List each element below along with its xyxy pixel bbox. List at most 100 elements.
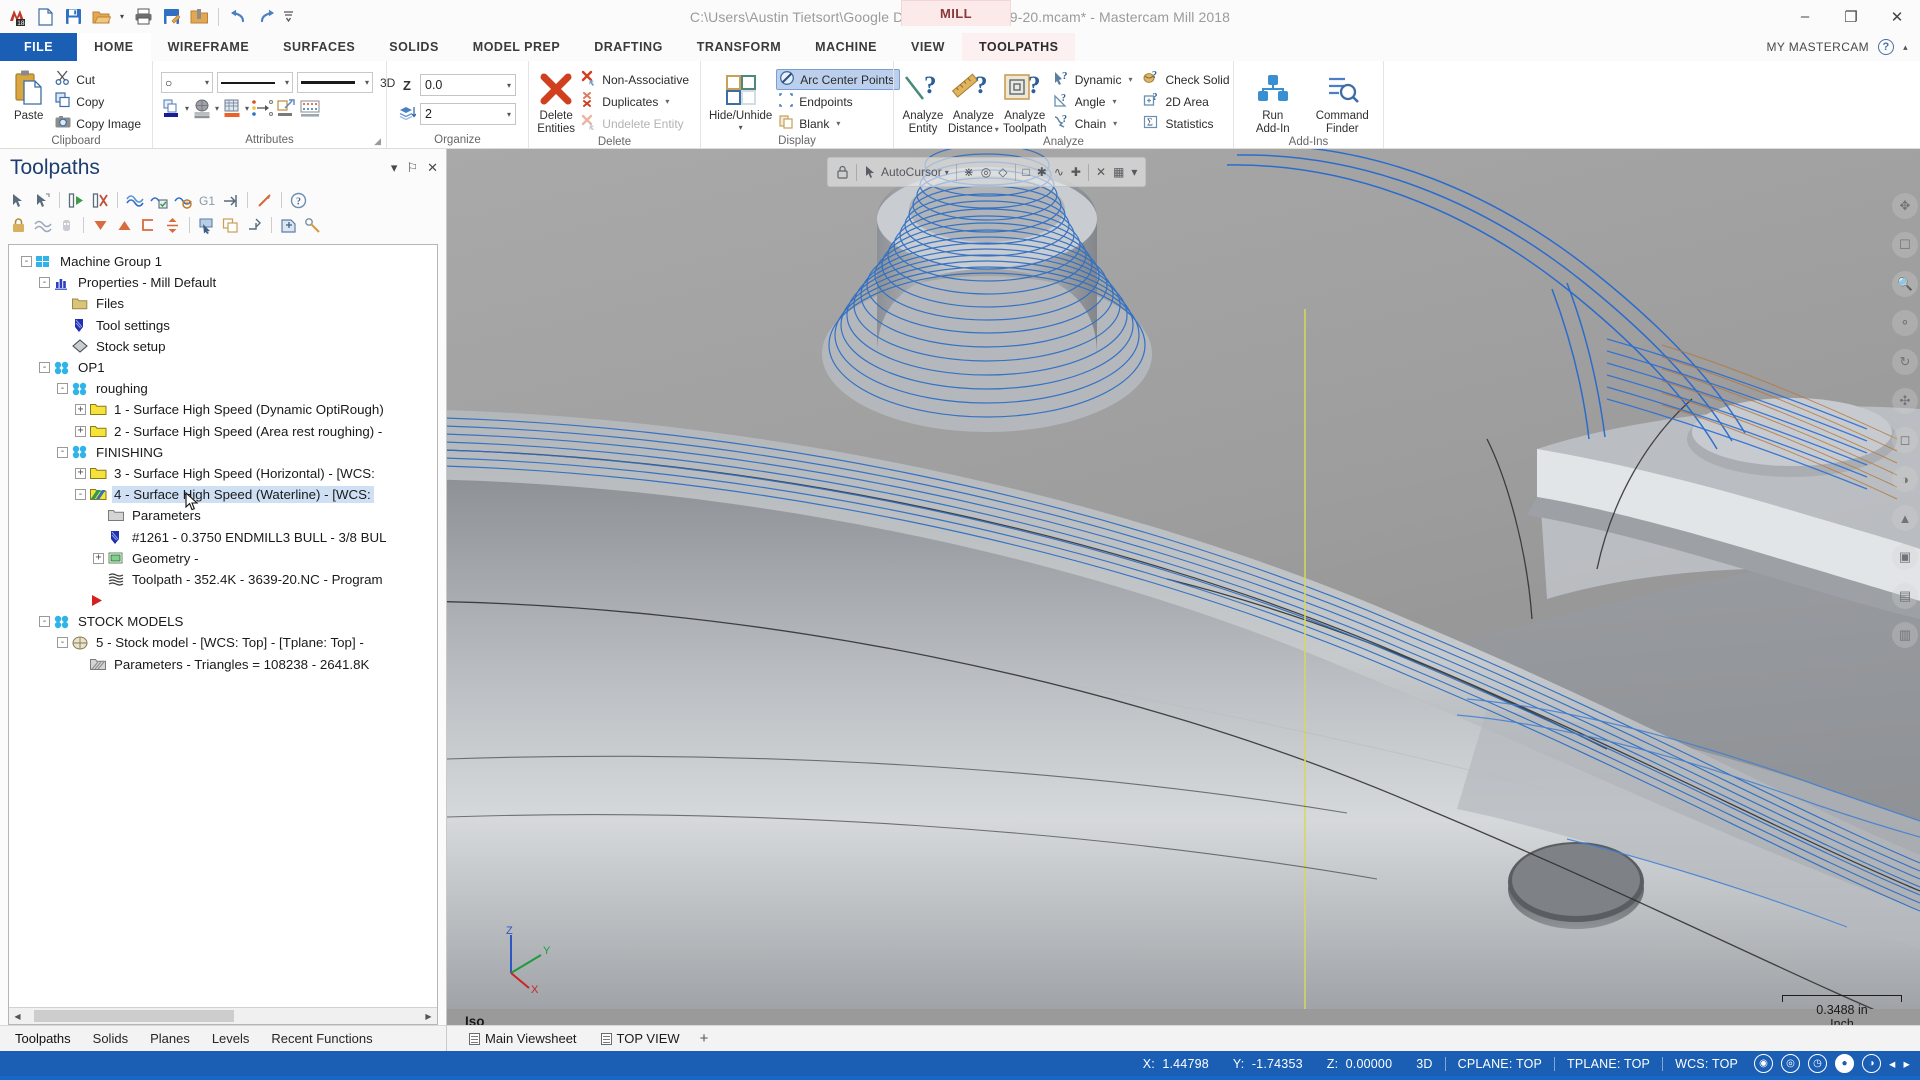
post-icon[interactable]	[220, 190, 241, 211]
my-mastercam-link[interactable]: MY MASTERCAM	[1766, 40, 1869, 54]
snap-midpoint-icon[interactable]: ⋇	[964, 165, 974, 179]
save-as-icon[interactable]	[158, 4, 184, 30]
blank-button[interactable]: Blank ▾	[776, 113, 900, 134]
status-wcs[interactable]: WCS: TOP	[1663, 1057, 1750, 1071]
wireframe-icon[interactable]: ◻	[1892, 427, 1918, 453]
unzoom-icon[interactable]: ⚬	[1892, 310, 1918, 336]
analyze-toolpath-button[interactable]: ? Analyze Toolpath	[1003, 67, 1047, 135]
highfeed-icon[interactable]	[254, 190, 275, 211]
status-mode-toggle[interactable]: 3D	[1404, 1057, 1444, 1071]
customize-qat-icon[interactable]	[281, 4, 295, 30]
snap-nearest-icon[interactable]: ∿	[1054, 165, 1064, 179]
toggle-posting-icon[interactable]	[32, 215, 53, 236]
maximize-button[interactable]: ❐	[1828, 0, 1874, 33]
select-entities-icon[interactable]	[196, 215, 217, 236]
copy-toolpath-icon[interactable]	[220, 215, 241, 236]
scroll-left-icon[interactable]: ◀	[9, 1008, 26, 1024]
tab-planes[interactable]: Planes	[139, 1026, 201, 1052]
check-solid-button[interactable]: ? Check Solid	[1141, 69, 1234, 90]
pan-icon[interactable]: ✣	[1892, 388, 1918, 414]
analyze-angle-button[interactable]: ? Angle ▾	[1051, 91, 1138, 112]
z-depth-caret-icon[interactable]: ▾	[507, 81, 511, 90]
set-all-attributes-icon[interactable]	[251, 97, 274, 119]
line-width-select[interactable]: ▾	[297, 72, 373, 93]
chain-caret-icon[interactable]: ▾	[1113, 119, 1117, 128]
snap-point-icon[interactable]: ✚	[1071, 165, 1081, 179]
collapse-node-icon[interactable]: -	[75, 489, 86, 501]
level-caret-icon[interactable]: ▾	[507, 110, 511, 119]
select-invert-icon[interactable]	[32, 190, 53, 211]
panel-close-icon[interactable]: ✕	[427, 160, 438, 176]
tab-solids[interactable]: Solids	[82, 1026, 139, 1052]
backplot-icon[interactable]	[124, 190, 145, 211]
redo-icon[interactable]	[253, 4, 279, 30]
line-width-caret-icon[interactable]: ▾	[359, 78, 369, 87]
tree-row[interactable]: - roughing	[13, 378, 437, 399]
status-nav-next-icon[interactable]: ▸	[1900, 1056, 1914, 1071]
snap-endpoint-icon[interactable]: □	[1023, 165, 1030, 179]
analyze-entity-button[interactable]: ? Analyze Entity	[902, 67, 944, 135]
command-finder-button[interactable]: Command Finder	[1308, 67, 1377, 135]
mill-context-tab[interactable]: MILL	[901, 0, 1011, 26]
collapse-node-icon[interactable]: -	[57, 446, 68, 458]
axis-snap-icon[interactable]: ✕	[1096, 165, 1106, 179]
tree-row[interactable]: - FINISHING	[13, 442, 437, 463]
autocursor-caret-icon[interactable]: ▾	[945, 168, 949, 177]
tree-row[interactable]: +2 - Surface High Speed (Area rest rough…	[13, 421, 437, 442]
ribbon-tab-solids[interactable]: SOLIDS	[372, 33, 456, 61]
save-icon[interactable]	[60, 4, 86, 30]
regenerate-all-icon[interactable]	[90, 190, 111, 211]
tab-toolpaths[interactable]: Toolpaths	[4, 1026, 82, 1052]
right-view-icon[interactable]: ▥	[1892, 622, 1918, 648]
globe-icon[interactable]: ◉	[1754, 1054, 1774, 1073]
attributes-dialog-launcher-icon[interactable]: ◢	[374, 136, 381, 147]
regenerate-icon[interactable]	[66, 190, 87, 211]
collapse-node-icon[interactable]: -	[39, 616, 50, 628]
isometric-icon[interactable]: ▲	[1892, 505, 1918, 531]
blank-caret-icon[interactable]: ▾	[836, 119, 840, 128]
expand-node-icon[interactable]: +	[75, 467, 86, 479]
edit-icon[interactable]	[302, 215, 323, 236]
tree-row[interactable]: Toolpath - 352.4K - 3639-20.NC - Program	[13, 569, 437, 590]
move-up-icon[interactable]	[114, 215, 135, 236]
ribbon-tab-machine[interactable]: MACHINE	[798, 33, 894, 61]
tree-row[interactable]: +1 - Surface High Speed (Dynamic OptiRou…	[13, 399, 437, 420]
tree-row[interactable]: Parameters - Triangles = 108238 - 2641.8…	[13, 654, 437, 675]
hide-unhide-button[interactable]: Hide/Unhide ▾	[709, 67, 772, 132]
toolpaths-tree-container[interactable]: - Machine Group 1- Properties - Mill Defau…	[8, 244, 438, 1025]
lock-icon[interactable]	[8, 215, 29, 236]
tree-horizontal-scrollbar[interactable]: ◀ ▶	[9, 1007, 437, 1024]
open-file-icon[interactable]	[88, 4, 114, 30]
tab-recent-functions[interactable]: Recent Functions	[260, 1026, 383, 1052]
undo-icon[interactable]	[225, 4, 251, 30]
collapse-node-icon[interactable]: -	[39, 277, 50, 289]
fit-icon[interactable]: ✥	[1892, 193, 1918, 219]
move-into-icon[interactable]	[138, 215, 159, 236]
paste-toolpath-icon[interactable]	[244, 215, 265, 236]
angle-caret-icon[interactable]: ▾	[1112, 97, 1116, 106]
status-nav-prev-icon[interactable]: ◂	[1885, 1056, 1899, 1071]
status-tplane[interactable]: TPLANE: TOP	[1555, 1057, 1662, 1071]
zoom-window-icon[interactable]: ☐	[1892, 232, 1918, 258]
duplicates-button[interactable]: Duplicates ▾	[579, 91, 694, 112]
surface-color-caret-icon[interactable]: ▾	[245, 104, 249, 113]
attributes-manager-icon[interactable]	[299, 97, 321, 119]
simulate-icon[interactable]	[172, 190, 193, 211]
tree-row[interactable]: +3 - Surface High Speed (Horizontal) - […	[13, 463, 437, 484]
ribbon-tab-surfaces[interactable]: SURFACES	[266, 33, 372, 61]
snap-intersection-icon[interactable]: ✱	[1037, 165, 1047, 179]
tree-row[interactable]: - OP1	[13, 357, 437, 378]
viewsheet-tab-main[interactable]: Main Viewsheet	[459, 1031, 587, 1046]
solid-color-caret-icon[interactable]: ▾	[215, 104, 219, 113]
graphics-viewport[interactable]: AutoCursor ▾ ⋇ ◎ ◇ □ ✱ ∿ ✚ ✕ ▦ ▾ ✥ ☐ 🔍 ⚬…	[447, 149, 1920, 1051]
wireframe-color-caret-icon[interactable]: ▾	[185, 104, 189, 113]
new-file-icon[interactable]	[32, 4, 58, 30]
scroll-right-icon[interactable]: ▶	[420, 1008, 437, 1024]
verify-icon[interactable]	[148, 190, 169, 211]
non-associative-button[interactable]: Non-Associative	[579, 69, 694, 90]
add-viewsheet-button[interactable]: +	[694, 1030, 715, 1047]
expand-node-icon[interactable]: +	[93, 552, 104, 564]
solid-color-icon[interactable]	[191, 97, 213, 119]
ribbon-tab-model-prep[interactable]: MODEL PREP	[456, 33, 577, 61]
g1-icon[interactable]: G1	[196, 190, 217, 211]
